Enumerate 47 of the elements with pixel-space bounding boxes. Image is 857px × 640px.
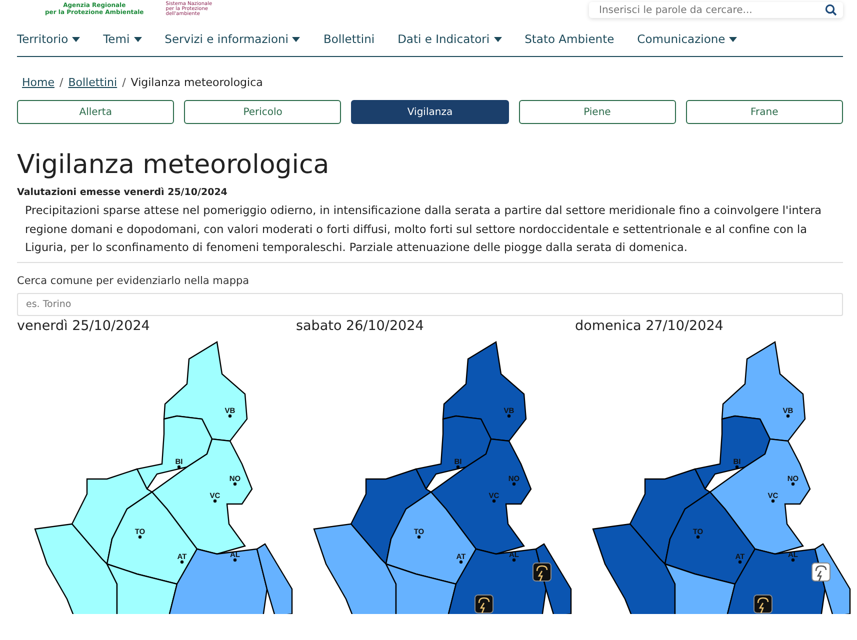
nav-menu-item[interactable]: Servizi e informazioni — [164, 32, 300, 46]
municipality-search-label: Cerca comune per evidenziarlo nella mappa — [17, 274, 250, 286]
search-icon[interactable] — [825, 4, 837, 16]
bulletin-tab[interactable]: Vigilanza — [351, 100, 509, 124]
bulletin-tab[interactable]: Frane — [686, 100, 844, 124]
caret-icon — [134, 36, 142, 42]
breadcrumb-link[interactable]: Bollettini — [68, 76, 118, 89]
caret-icon — [72, 36, 80, 42]
forecast-summary: Precipitazioni sparse attese nel pomeriggio odierno, in intensificazione dalla serata a partire dal settore meridionale fino a coinvolgere l'intera regione domani e dopodomani, con valori moderati o forti diffusi, molto forti sul settore nordoccidentale e settentrionale e al confine con la Liguria, per lo sconfinamento di fenomeni temporaleschi. Parziale attenuazione delle piogge dalla serata di domenica. — [25, 203, 823, 256]
caret-icon — [292, 36, 300, 42]
nav-menu-item[interactable]: Territorio — [17, 32, 80, 46]
map-zone[interactable] — [106, 562, 178, 614]
map-date-heading: domenica 27/10/2024 — [575, 318, 724, 334]
map-zone[interactable] — [694, 414, 771, 490]
map-date-heading: sabato 26/10/2024 — [296, 318, 425, 334]
site-search-field[interactable]: Inserisci le parole da cercare... — [589, 2, 843, 18]
map-zone[interactable] — [629, 468, 712, 565]
breadcrumb-current: Vigilanza meteorologica — [130, 76, 263, 89]
map-zone[interactable] — [350, 468, 432, 565]
nav-menu-item[interactable]: Bollettini — [323, 32, 375, 46]
map-zone[interactable] — [166, 548, 268, 614]
nav-menu-item[interactable]: Temi — [103, 32, 142, 46]
bulletin-tab[interactable]: Pericolo — [184, 100, 342, 124]
breadcrumb-link[interactable]: Home — [22, 76, 54, 89]
caret-icon — [494, 36, 502, 42]
map-zone[interactable] — [384, 562, 457, 614]
map-zone[interactable] — [721, 340, 806, 442]
page-title: Vigilanza meteorologica — [17, 149, 330, 181]
map-zone[interactable] — [163, 340, 248, 442]
issue-date-text: Valutazioni emesse venerdì 25/10/2024 — [17, 187, 228, 198]
map-zone[interactable] — [592, 522, 676, 614]
map-zone[interactable] — [415, 414, 492, 490]
map-zone[interactable] — [664, 562, 736, 614]
nav-menu-item[interactable]: Comunicazione — [637, 32, 738, 46]
municipality-search-field[interactable]: es. Torino — [17, 292, 843, 316]
caret-icon — [729, 36, 738, 42]
bulletin-tab[interactable]: Allerta — [17, 100, 174, 124]
map-zone[interactable] — [442, 340, 527, 442]
map-zone[interactable] — [256, 542, 293, 614]
breadcrumb-separator: / — [122, 76, 126, 89]
map-zone[interactable] — [136, 414, 213, 490]
nav-menu-item[interactable]: Dati e Indicatori — [398, 32, 502, 46]
map-date-heading: venerdì 25/10/2024 — [17, 318, 151, 334]
breadcrumb-separator: / — [59, 76, 64, 89]
nav-menu-item[interactable]: Stato Ambiente — [524, 32, 614, 46]
bulletin-tab[interactable]: Piene — [518, 100, 676, 124]
map-zone[interactable] — [664, 490, 756, 584]
